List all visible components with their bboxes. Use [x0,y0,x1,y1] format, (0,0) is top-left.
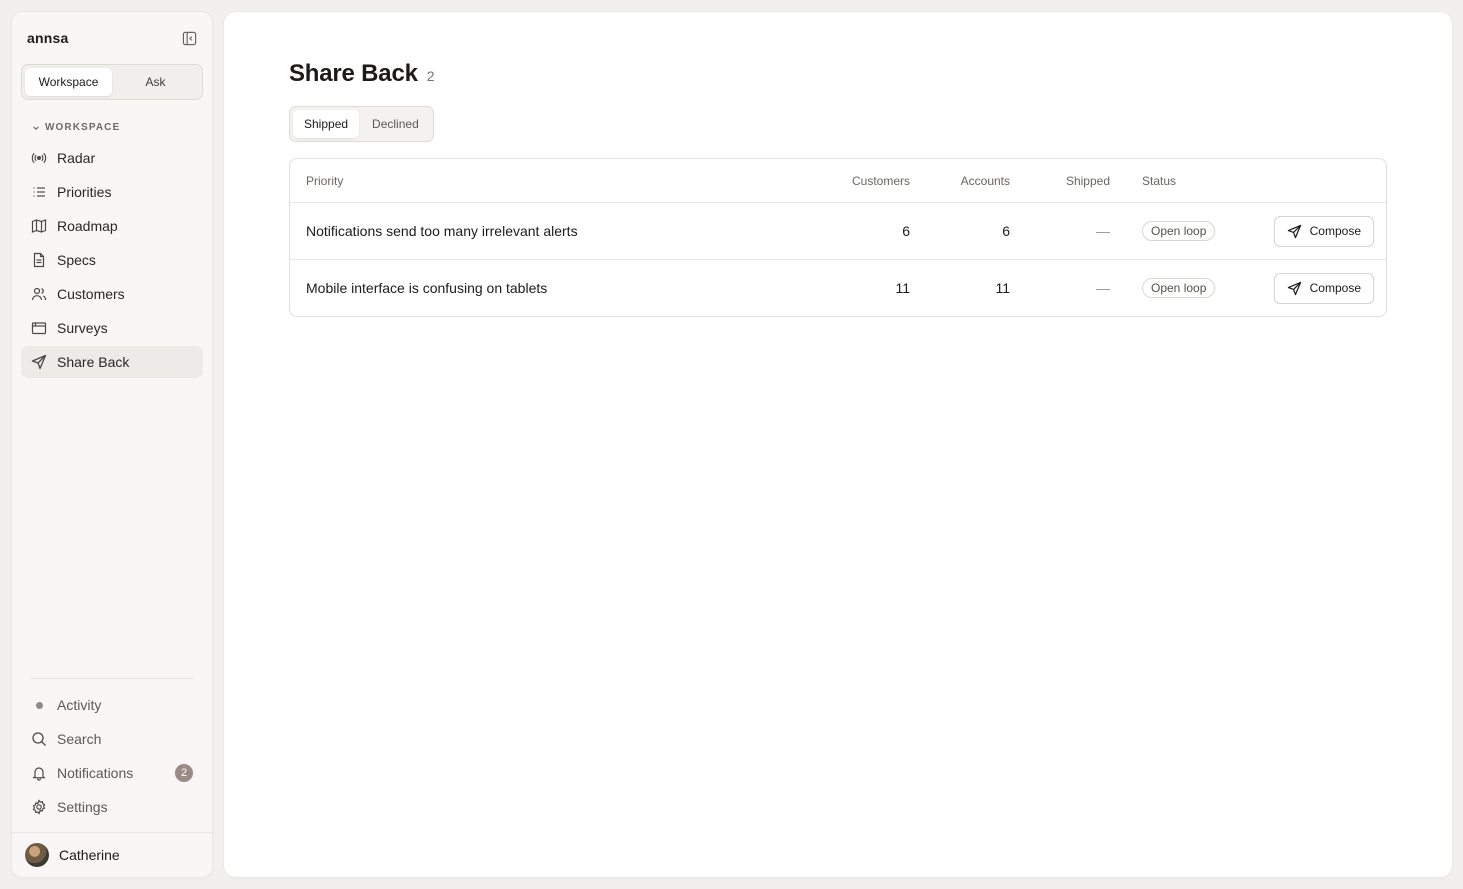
sidebar-item-notifications[interactable]: Notifications 2 [21,757,203,789]
sidebar-item-label: Share Back [57,354,130,370]
status-badge: Open loop [1142,221,1216,241]
radar-icon [31,150,47,166]
action-cell: Compose [1250,215,1386,247]
sidebar-item-label: Roadmap [57,218,118,234]
item-count: 2 [426,68,435,84]
app-window: annsa Workspace Ask WORKSPACE Radar Prio… [0,0,1463,889]
notifications-badge: 2 [175,764,193,782]
sidebar-divider [30,678,194,679]
status-badge: Open loop [1142,278,1216,298]
send-icon [31,354,47,370]
calendar-icon [31,320,47,336]
avatar [25,843,49,867]
sidebar-item-label: Notifications [57,765,134,781]
column-header-priority[interactable]: Priority [290,174,810,188]
column-header-customers[interactable]: Customers [810,174,910,188]
send-icon [1287,281,1301,295]
accounts-cell: 6 [1002,223,1010,239]
sidebar-item-label: Settings [57,799,108,815]
sidebar-item-share-back[interactable]: Share Back [21,346,203,378]
tab-shipped[interactable]: Shipped [293,110,360,138]
compose-label: Compose [1309,281,1361,295]
sidebar-item-search[interactable]: Search [21,723,203,755]
compose-label: Compose [1309,224,1361,238]
shipped-cell: — [1096,223,1110,239]
sidebar-item-radar[interactable]: Radar [21,142,203,174]
page-header: Share Back 2 [289,60,435,88]
table-header: Priority Customers Accounts Shipped Stat… [290,159,1386,202]
sidebar-item-label: Radar [57,150,96,166]
page-title: Share Back [289,60,418,87]
collapse-sidebar-icon[interactable] [180,29,198,47]
action-cell: Compose [1250,272,1386,304]
sidebar-item-label: Search [57,731,102,747]
sidebar-header: annsa [27,28,198,48]
mode-workspace-button[interactable]: Workspace [25,68,112,96]
section-label: WORKSPACE [45,122,121,133]
table-row[interactable]: Mobile interface is confusing on tablets… [290,259,1386,316]
customers-cell: 11 [895,280,910,296]
filter-tabs: Shipped Declined [289,106,434,142]
sidebar: annsa Workspace Ask WORKSPACE Radar Prio… [12,12,212,877]
search-icon [31,731,47,747]
sidebar-item-customers[interactable]: Customers [21,278,203,310]
compose-button[interactable]: Compose [1273,272,1374,304]
brand-name: annsa [27,30,69,46]
sidebar-item-specs[interactable]: Specs [21,244,203,276]
sidebar-item-settings[interactable]: Settings [21,791,203,823]
share-back-table: Priority Customers Accounts Shipped Stat… [289,158,1387,317]
mode-switch: Workspace Ask [21,64,203,100]
compose-button[interactable]: Compose [1273,215,1374,247]
sidebar-item-roadmap[interactable]: Roadmap [21,210,203,242]
user-profile[interactable]: Catherine [12,832,212,877]
utility-nav: Activity Search Notifications 2 Settings [21,689,203,825]
map-icon [31,218,47,234]
sidebar-item-activity[interactable]: Activity [21,689,203,721]
send-icon [1287,224,1301,238]
priority-cell: Mobile interface is confusing on tablets [306,280,548,296]
workspace-section-toggle[interactable]: WORKSPACE [32,122,120,133]
table-row[interactable]: Notifications send too many irrelevant a… [290,202,1386,259]
sidebar-item-label: Customers [57,286,125,302]
sidebar-item-label: Specs [57,252,96,268]
tab-declined[interactable]: Declined [361,110,430,138]
sidebar-item-label: Activity [57,697,102,713]
sidebar-item-label: Priorities [57,184,112,200]
main-content: Share Back 2 Shipped Declined Priority C… [224,12,1452,877]
sidebar-item-priorities[interactable]: Priorities [21,176,203,208]
document-icon [31,252,47,268]
gear-icon [31,799,47,815]
bell-icon [31,765,47,781]
status-cell: Open loop [1110,221,1250,241]
shipped-cell: — [1096,280,1110,296]
dot-icon [31,697,47,713]
list-icon [31,184,47,200]
priority-cell: Notifications send too many irrelevant a… [306,223,578,239]
status-cell: Open loop [1110,278,1250,298]
customers-cell: 6 [902,223,910,239]
accounts-cell: 11 [995,280,1010,296]
workspace-nav: Radar Priorities Roadmap Specs Customers… [21,142,203,380]
sidebar-item-surveys[interactable]: Surveys [21,312,203,344]
users-icon [31,286,47,302]
column-header-shipped[interactable]: Shipped [1010,174,1110,188]
column-header-status[interactable]: Status [1110,174,1250,188]
column-header-accounts[interactable]: Accounts [910,174,1010,188]
mode-ask-button[interactable]: Ask [112,68,199,96]
user-name: Catherine [59,847,120,863]
chevron-down-icon [33,125,39,130]
sidebar-item-label: Surveys [57,320,108,336]
